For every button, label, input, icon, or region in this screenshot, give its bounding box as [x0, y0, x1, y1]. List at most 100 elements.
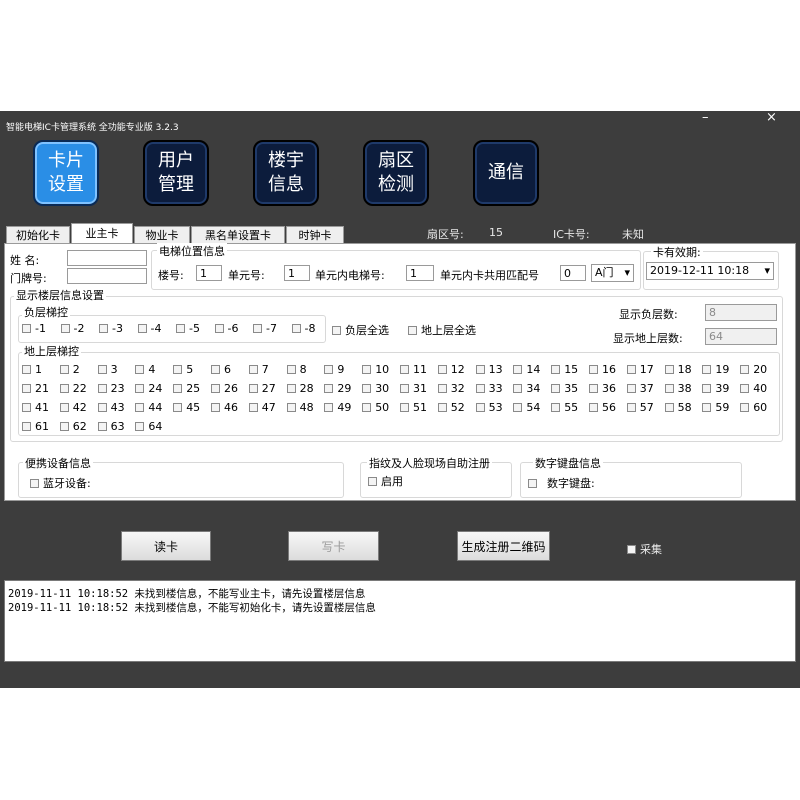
- checkbox[interactable]: [627, 544, 636, 554]
- checkbox[interactable]: [362, 365, 372, 374]
- above-floor-checkbox[interactable]: 16: [589, 363, 616, 376]
- select-all-above[interactable]: 地上层全选: [408, 322, 476, 338]
- above-floor-checkbox[interactable]: 6: [211, 363, 231, 376]
- checkbox[interactable]: [211, 403, 220, 412]
- above-floor-checkbox[interactable]: 18: [664, 363, 692, 376]
- checkbox[interactable]: [173, 403, 183, 412]
- tab-owner-card[interactable]: 业主卡: [71, 223, 133, 244]
- above-floor-checkbox[interactable]: 31: [400, 382, 427, 395]
- above-floor-checkbox[interactable]: 26: [211, 382, 238, 395]
- bluetooth-device[interactable]: 蓝牙设备:: [30, 475, 91, 491]
- checkbox[interactable]: [740, 365, 750, 374]
- above-floor-checkbox[interactable]: 43: [97, 401, 125, 414]
- negative-floor-checkbox[interactable]: -3: [99, 322, 123, 335]
- checkbox[interactable]: [286, 384, 296, 393]
- checkbox[interactable]: [22, 384, 31, 393]
- checkbox[interactable]: [551, 365, 561, 374]
- tab-property-card[interactable]: 物业卡: [134, 226, 190, 244]
- above-floor-checkbox[interactable]: 17: [626, 363, 654, 376]
- shared-match-input[interactable]: 0: [560, 265, 586, 281]
- checkbox[interactable]: [362, 384, 372, 393]
- checkbox[interactable]: [22, 324, 31, 333]
- checkbox[interactable]: [589, 365, 598, 374]
- negative-floor-checkbox[interactable]: -1: [22, 322, 46, 335]
- negative-floor-checkbox[interactable]: -6: [214, 322, 238, 335]
- above-floor-checkbox[interactable]: 39: [702, 382, 729, 395]
- checkbox[interactable]: [664, 403, 674, 412]
- checkbox[interactable]: [99, 324, 108, 333]
- above-floor-checkbox[interactable]: 61: [22, 420, 49, 433]
- checkbox[interactable]: [97, 384, 107, 393]
- checkbox[interactable]: [211, 384, 220, 393]
- door-select[interactable]: A门 ▾: [591, 264, 634, 282]
- above-floor-checkbox[interactable]: 27: [248, 382, 276, 395]
- checkbox[interactable]: [22, 403, 31, 412]
- above-floor-checkbox[interactable]: 52: [437, 401, 465, 414]
- checkbox[interactable]: [589, 403, 598, 412]
- above-floor-checkbox[interactable]: 53: [475, 401, 503, 414]
- tab-init-card[interactable]: 初始化卡: [6, 226, 70, 244]
- checkbox[interactable]: [475, 403, 485, 412]
- checkbox[interactable]: [437, 403, 447, 412]
- above-floor-checkbox[interactable]: 41: [22, 401, 49, 414]
- checkbox[interactable]: [135, 384, 145, 393]
- door-input[interactable]: [67, 268, 147, 284]
- checkbox[interactable]: [286, 365, 296, 374]
- checkbox[interactable]: [551, 403, 561, 412]
- tab-blacklist-card[interactable]: 黑名单设置卡: [191, 226, 285, 244]
- above-floor-checkbox[interactable]: 11: [400, 363, 427, 376]
- keypad-device[interactable]: 数字键盘:: [528, 475, 595, 491]
- negative-floor-checkbox[interactable]: -8: [291, 322, 315, 335]
- above-floor-checkbox[interactable]: 19: [702, 363, 729, 376]
- checkbox[interactable]: [324, 365, 334, 374]
- checkbox[interactable]: [702, 384, 712, 393]
- checkbox[interactable]: [59, 384, 69, 393]
- above-floor-checkbox[interactable]: 4: [135, 363, 155, 376]
- above-floor-checkbox[interactable]: 42: [59, 401, 87, 414]
- checkbox[interactable]: [22, 365, 31, 374]
- above-floor-checkbox[interactable]: 29: [324, 382, 351, 395]
- checkbox[interactable]: [368, 476, 377, 486]
- checkbox[interactable]: [22, 422, 31, 431]
- building-input[interactable]: 1: [196, 265, 222, 281]
- nav-communication[interactable]: 通信: [473, 140, 539, 206]
- select-all-negative[interactable]: 负层全选: [332, 322, 389, 338]
- elevator-no-input[interactable]: 1: [406, 265, 434, 281]
- checkbox[interactable]: [362, 403, 372, 412]
- above-floor-checkbox[interactable]: 34: [513, 382, 540, 395]
- log-panel[interactable]: 2019-11-11 10:18:52 未找到楼信息，不能写业主卡，请先设置楼层…: [4, 580, 796, 662]
- checkbox[interactable]: [664, 384, 674, 393]
- checkbox[interactable]: [551, 384, 561, 393]
- show-above-input[interactable]: 64: [705, 328, 777, 345]
- checkbox[interactable]: [248, 365, 258, 374]
- checkbox[interactable]: [176, 324, 185, 333]
- checkbox[interactable]: [408, 325, 417, 335]
- checkbox[interactable]: [513, 403, 523, 412]
- above-floor-checkbox[interactable]: 33: [475, 382, 503, 395]
- checkbox[interactable]: [253, 324, 262, 333]
- above-floor-checkbox[interactable]: 57: [626, 401, 654, 414]
- above-floor-checkbox[interactable]: 59: [702, 401, 729, 414]
- checkbox[interactable]: [135, 365, 145, 374]
- read-card-button[interactable]: 读卡: [121, 531, 211, 561]
- fingerprint-enable[interactable]: 启用: [368, 473, 403, 489]
- checkbox[interactable]: [400, 365, 409, 374]
- above-floor-checkbox[interactable]: 3: [97, 363, 118, 376]
- nav-building-info[interactable]: 楼宇 信息: [253, 140, 319, 206]
- above-floor-checkbox[interactable]: 5: [173, 363, 193, 376]
- above-floor-checkbox[interactable]: 12: [437, 363, 465, 376]
- checkbox[interactable]: [137, 324, 147, 333]
- above-floor-checkbox[interactable]: 9: [324, 363, 344, 376]
- above-floor-checkbox[interactable]: 14: [513, 363, 540, 376]
- checkbox[interactable]: [740, 403, 750, 412]
- checkbox[interactable]: [97, 403, 107, 412]
- above-floor-checkbox[interactable]: 24: [135, 382, 162, 395]
- above-floor-checkbox[interactable]: 40: [740, 382, 767, 395]
- checkbox[interactable]: [30, 478, 39, 488]
- above-floor-checkbox[interactable]: 50: [362, 401, 389, 414]
- above-floor-checkbox[interactable]: 62: [59, 420, 87, 433]
- above-floor-checkbox[interactable]: 55: [551, 401, 578, 414]
- checkbox[interactable]: [135, 422, 145, 431]
- above-floor-checkbox[interactable]: 2: [59, 363, 80, 376]
- above-floor-checkbox[interactable]: 20: [740, 363, 767, 376]
